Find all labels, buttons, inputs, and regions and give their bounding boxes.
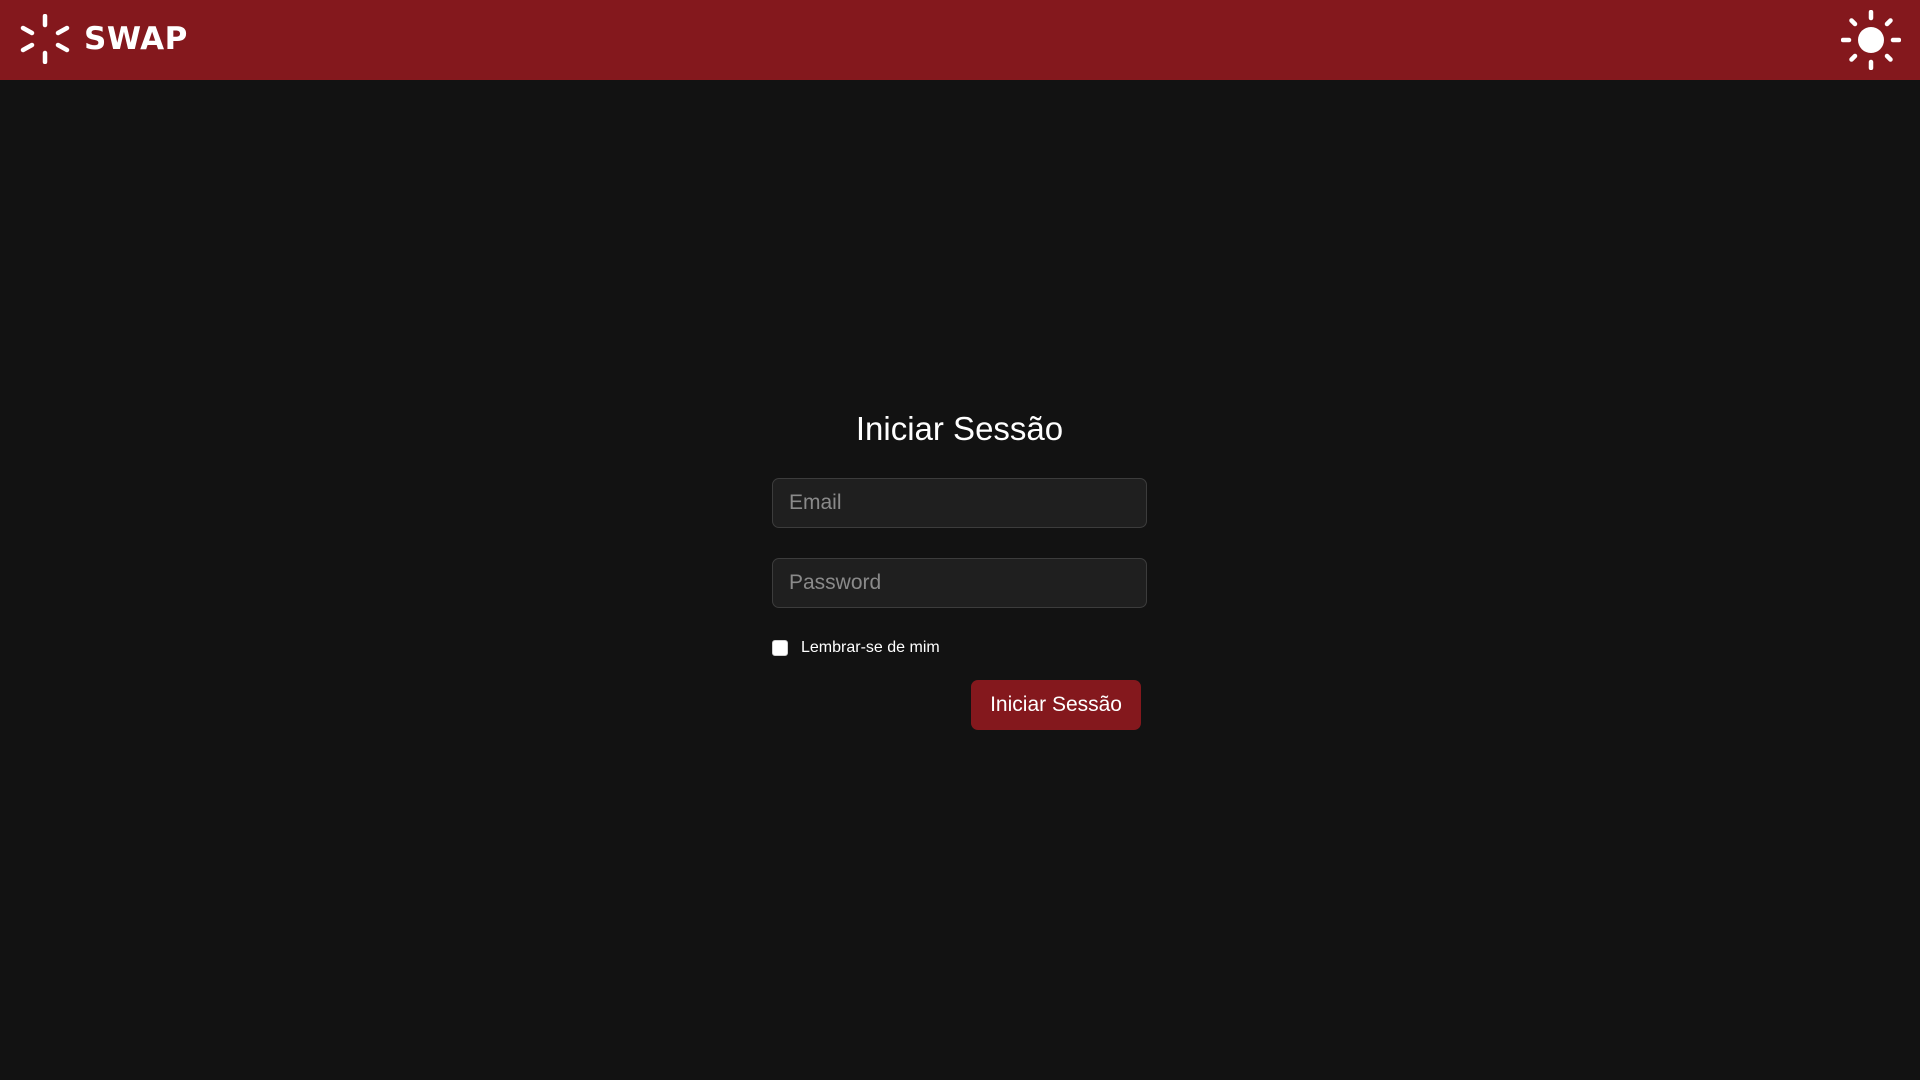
login-form: Iniciar Sessão Lembrar-se de mim Iniciar… xyxy=(772,404,1147,730)
password-field[interactable] xyxy=(772,558,1147,608)
top-navbar: SWAP xyxy=(0,0,1920,80)
theme-toggle-button[interactable] xyxy=(1840,9,1902,71)
remember-me-label[interactable]: Lembrar-se de mim xyxy=(801,639,940,657)
remember-me-row: Lembrar-se de mim xyxy=(772,638,1147,658)
email-field[interactable] xyxy=(772,478,1147,528)
asterisk-logo-icon xyxy=(20,14,70,64)
login-title: Iniciar Sessão xyxy=(855,410,1064,447)
login-submit-button[interactable]: Iniciar Sessão xyxy=(971,680,1141,730)
sun-icon xyxy=(1841,10,1901,70)
form-actions: Iniciar Sessão xyxy=(772,680,1147,730)
remember-me-checkbox[interactable] xyxy=(772,640,788,656)
brand-home-link[interactable]: SWAP xyxy=(20,12,188,66)
brand-name: SWAP xyxy=(84,21,188,57)
